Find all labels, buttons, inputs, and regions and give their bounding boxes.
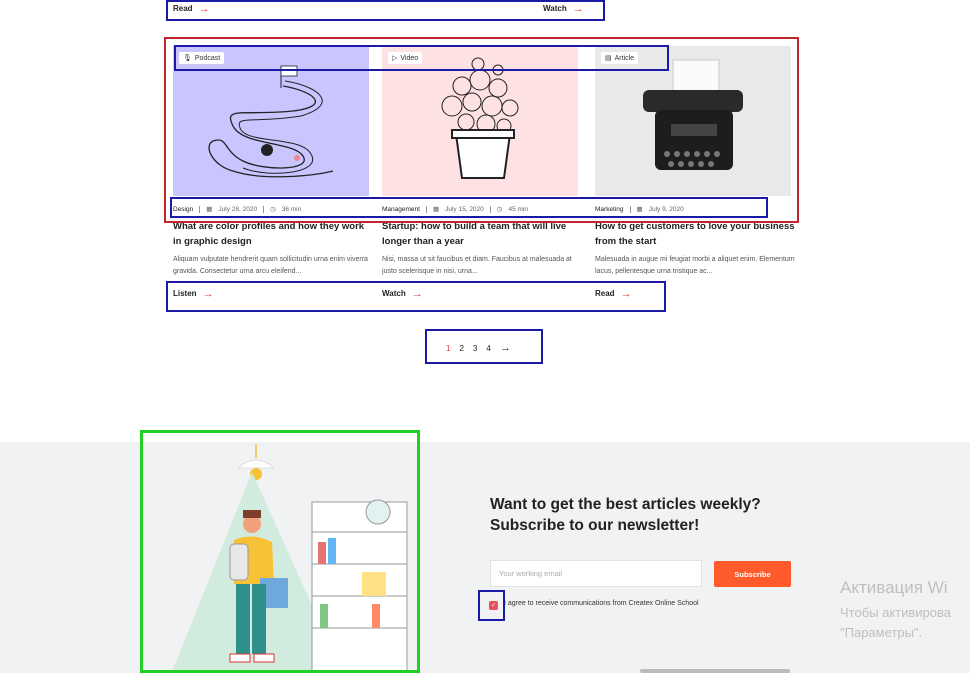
- activation-watermark-text: Чтобы активирова "Параметры".: [840, 605, 952, 640]
- card-excerpt-3: Malesuada in augue mi feugiat morbi a al…: [595, 256, 795, 275]
- subscribe-button[interactable]: Subscribe: [714, 561, 791, 587]
- email-field[interactable]: Your working email: [490, 560, 702, 587]
- annotation-box-badges: [174, 45, 669, 71]
- card-excerpt-2: Nisi, massa ut sit faucibus et diam. Fau…: [382, 256, 572, 275]
- card-title-3[interactable]: How to get customers to love your busine…: [595, 219, 795, 249]
- annotation-box-illustration: [140, 430, 420, 673]
- card-title-1[interactable]: What are color profiles and how they wor…: [173, 219, 373, 249]
- agree-label: I agree to receive communications from C…: [504, 600, 699, 607]
- annotation-box-checkbox: [478, 590, 505, 621]
- annotation-box-meta: [170, 197, 768, 218]
- card-excerpt-1: Aliquam vulputate hendrerit quam sollici…: [173, 256, 368, 275]
- annotation-box-pagination: [425, 329, 543, 364]
- newsletter-heading: Want to get the best articles weekly? Su…: [490, 496, 761, 534]
- annotation-box-top-links: [166, 0, 605, 21]
- annotation-box-actions: [166, 281, 666, 312]
- card-title-2[interactable]: Startup: how to build a team that will l…: [382, 219, 582, 249]
- activation-watermark: Активация Wi: [840, 578, 948, 597]
- horizontal-scrollbar[interactable]: [640, 669, 790, 673]
